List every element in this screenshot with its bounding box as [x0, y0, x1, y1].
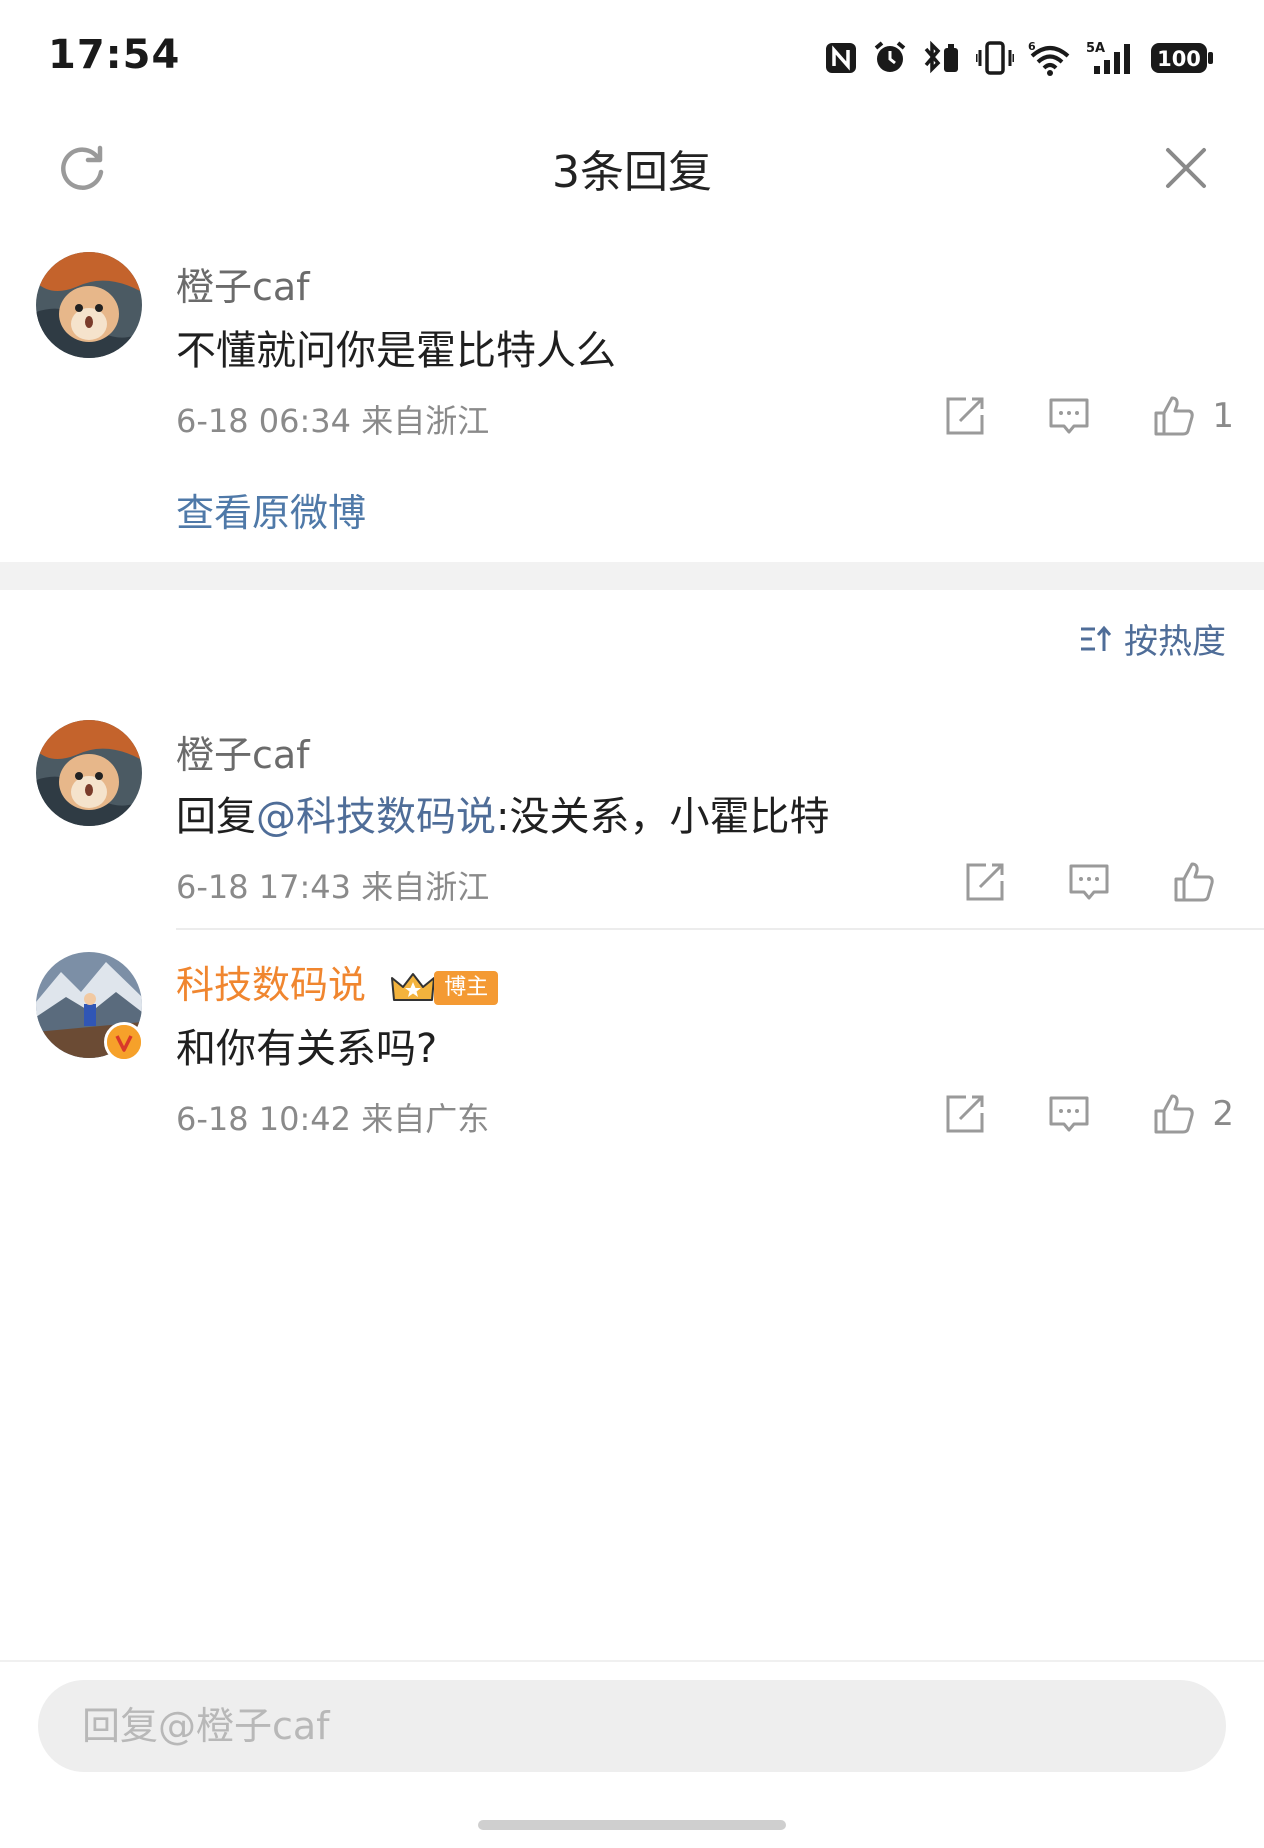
reply-button[interactable] — [1048, 1086, 1090, 1142]
nfc-icon — [826, 43, 856, 73]
avatar[interactable] — [36, 720, 142, 826]
replies-header: 3条回复 — [0, 118, 1264, 218]
home-indicator[interactable] — [478, 1820, 786, 1830]
hamster-avatar-image — [36, 720, 142, 826]
thumbs-up-icon — [1174, 862, 1214, 902]
comment-icon — [1049, 1096, 1089, 1132]
comment-actions: 2 — [944, 1086, 1234, 1142]
comment-username[interactable]: 橙子caf — [176, 724, 310, 779]
svg-text:5A: 5A — [1086, 41, 1105, 56]
share-icon — [966, 863, 1004, 901]
comment-username[interactable]: 橙子caf — [176, 256, 310, 311]
avatar[interactable] — [36, 252, 142, 358]
reply-prefix: 回复 — [176, 794, 256, 840]
page-title: 3条回复 — [552, 147, 712, 198]
comment-icon — [1049, 398, 1089, 434]
crown-icon — [390, 970, 436, 1006]
signal-icon: 5A — [1086, 41, 1130, 74]
like-count: 2 — [1212, 1094, 1234, 1134]
mention-link[interactable]: @科技数码说 — [256, 794, 496, 840]
like-button[interactable]: 2 — [1152, 1086, 1234, 1142]
comment-icon — [1069, 864, 1109, 900]
thumbs-up-icon — [1154, 396, 1195, 436]
reply-input[interactable] — [38, 1680, 1226, 1772]
share-icon — [946, 397, 984, 435]
comment-actions: 1 — [944, 388, 1234, 444]
like-button[interactable] — [1172, 854, 1216, 910]
comment-meta: 6-18 06:34 来自浙江 — [176, 402, 490, 440]
sort-toggle[interactable]: 按热度 — [1078, 614, 1226, 663]
view-original-link[interactable]: 查看原微博 — [176, 482, 366, 537]
share-icon — [946, 1095, 984, 1133]
blogger-badge: 博主 — [434, 970, 499, 1005]
svg-text:100: 100 — [1157, 47, 1201, 71]
verified-badge-icon — [104, 1022, 144, 1062]
comment-actions — [964, 854, 1216, 910]
alarm-icon — [874, 41, 906, 72]
like-button[interactable]: 1 — [1152, 388, 1234, 444]
wifi-icon: 6 — [1028, 40, 1070, 76]
battery-icon: 100 — [1151, 43, 1213, 73]
close-icon[interactable] — [1164, 146, 1208, 190]
sort-icon — [1081, 625, 1112, 651]
hamster-avatar-image — [36, 252, 142, 358]
comment-text: 和你有关系吗? — [176, 1026, 438, 1072]
author-name: 科技数码说 — [176, 963, 367, 1007]
share-button[interactable] — [964, 854, 1006, 910]
comment-meta: 6-18 17:43 来自浙江 — [176, 868, 490, 906]
bluetooth-icon — [924, 40, 958, 74]
comment-meta: 6-18 10:42 来自广东 — [176, 1100, 490, 1138]
sort-label: 按热度 — [1124, 622, 1226, 662]
comment-text: 不懂就问你是霍比特人么 — [176, 328, 616, 374]
reply-button[interactable] — [1048, 388, 1090, 444]
thumbs-up-icon — [1154, 1094, 1195, 1134]
vibrate-icon — [976, 41, 1014, 75]
like-count: 1 — [1212, 396, 1234, 436]
reply-button[interactable] — [1068, 854, 1110, 910]
status-time: 17:54 — [48, 32, 181, 78]
comment-username[interactable]: 科技数码说 博主 — [176, 954, 499, 1009]
share-button[interactable] — [944, 1086, 986, 1142]
reply-body: :没关系，小霍比特 — [496, 794, 830, 840]
status-icons: 6 5A 100 — [824, 36, 1214, 80]
reply-divider — [176, 928, 1264, 930]
comment-text: 回复@科技数码说:没关系，小霍比特 — [176, 784, 829, 842]
section-divider — [0, 562, 1264, 590]
reply-bar — [0, 1660, 1264, 1848]
status-bar: 17:54 6 5A 100 — [0, 0, 1264, 118]
share-button[interactable] — [944, 388, 986, 444]
svg-text:6: 6 — [1028, 40, 1036, 53]
